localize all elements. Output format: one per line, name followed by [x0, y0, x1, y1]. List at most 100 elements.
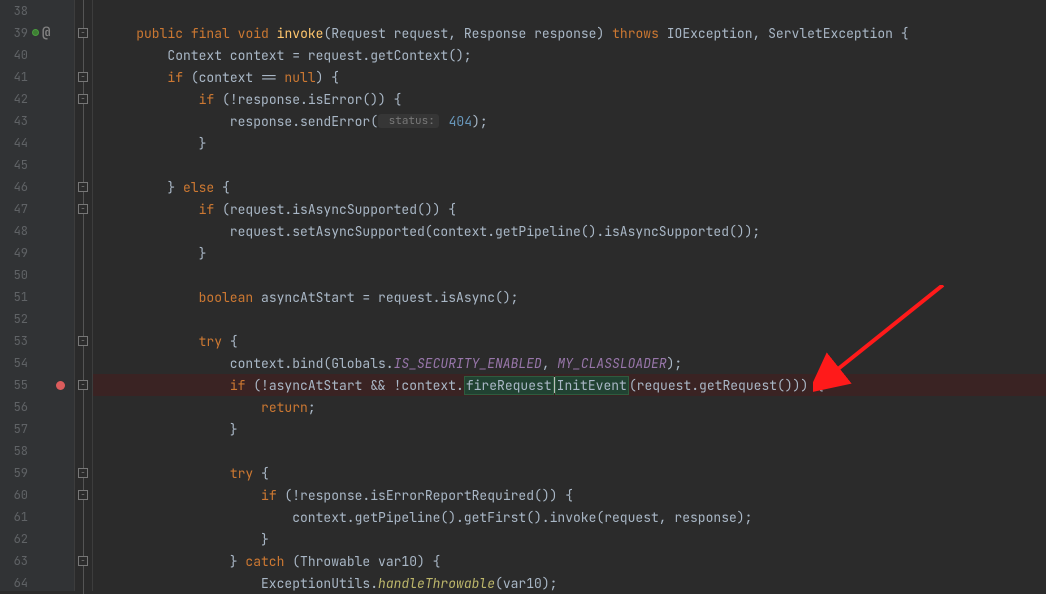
fold-toggle-icon[interactable]: −: [78, 380, 88, 390]
code-line[interactable]: if (!asyncAtStart && !context.fireReques…: [93, 374, 1046, 396]
vcs-change-icon[interactable]: [32, 29, 40, 37]
gutter-line[interactable]: 44: [0, 132, 74, 154]
code-line[interactable]: try {: [93, 330, 1046, 352]
gutter-line[interactable]: 40: [0, 44, 74, 66]
code-line[interactable]: context.bind(Globals.IS_SECURITY_ENABLED…: [93, 352, 1046, 374]
fold-cell[interactable]: −: [75, 330, 92, 352]
code-line[interactable]: return;: [93, 396, 1046, 418]
gutter[interactable]: 3839@40414243444546474849505152535455565…: [0, 0, 75, 591]
fold-cell[interactable]: [75, 264, 92, 286]
breakpoint-icon[interactable]: [56, 381, 65, 390]
fold-toggle-icon[interactable]: −: [78, 468, 88, 478]
gutter-line[interactable]: 43: [0, 110, 74, 132]
fold-cell[interactable]: [75, 286, 92, 308]
code-line[interactable]: }: [93, 242, 1046, 264]
line-number: 61: [6, 509, 28, 525]
code-line[interactable]: if (request.isAsyncSupported()) {: [93, 198, 1046, 220]
code-line[interactable]: }: [93, 418, 1046, 440]
code-line[interactable]: } catch (Throwable var10) {: [93, 550, 1046, 572]
code-line[interactable]: [93, 154, 1046, 176]
gutter-line[interactable]: 62: [0, 528, 74, 550]
fold-toggle-icon[interactable]: −: [78, 182, 88, 192]
fold-toggle-icon[interactable]: −: [78, 336, 88, 346]
fold-cell[interactable]: −: [75, 462, 92, 484]
fold-cell[interactable]: [75, 308, 92, 330]
fold-toggle-icon[interactable]: −: [78, 490, 88, 500]
fold-cell[interactable]: [75, 396, 92, 418]
code-line[interactable]: response.sendError( status: 404);: [93, 110, 1046, 132]
fold-cell[interactable]: −: [75, 198, 92, 220]
fold-toggle-icon[interactable]: −: [78, 556, 88, 566]
gutter-line[interactable]: 38: [0, 0, 74, 22]
fold-cell[interactable]: [75, 242, 92, 264]
gutter-line[interactable]: 39@: [0, 22, 74, 44]
gutter-line[interactable]: 45: [0, 154, 74, 176]
fold-cell[interactable]: −: [75, 374, 92, 396]
fold-cell[interactable]: −: [75, 484, 92, 506]
line-number: 51: [6, 289, 28, 305]
fold-cell[interactable]: [75, 528, 92, 550]
fold-cell[interactable]: [75, 220, 92, 242]
gutter-line[interactable]: 58: [0, 440, 74, 462]
gutter-line[interactable]: 59: [0, 462, 74, 484]
gutter-line[interactable]: 46: [0, 176, 74, 198]
gutter-line[interactable]: 41: [0, 66, 74, 88]
code-token: boolean: [199, 289, 254, 306]
line-number: 62: [6, 531, 28, 547]
gutter-line[interactable]: 60: [0, 484, 74, 506]
fold-cell[interactable]: [75, 110, 92, 132]
code-line[interactable]: Context context = request.getContext();: [93, 44, 1046, 66]
gutter-line[interactable]: 56: [0, 396, 74, 418]
fold-toggle-icon[interactable]: −: [78, 72, 88, 82]
gutter-line[interactable]: 48: [0, 220, 74, 242]
code-line[interactable]: }: [93, 132, 1046, 154]
code-line[interactable]: [93, 308, 1046, 330]
fold-cell[interactable]: [75, 352, 92, 374]
code-line[interactable]: [93, 0, 1046, 22]
gutter-line[interactable]: 52: [0, 308, 74, 330]
fold-cell[interactable]: [75, 440, 92, 462]
fold-cell[interactable]: [75, 154, 92, 176]
code-line[interactable]: if (context == null) {: [93, 66, 1046, 88]
fold-cell[interactable]: −: [75, 176, 92, 198]
fold-toggle-icon[interactable]: −: [78, 94, 88, 104]
gutter-line[interactable]: 55: [0, 374, 74, 396]
code-line[interactable]: try {: [93, 462, 1046, 484]
gutter-line[interactable]: 50: [0, 264, 74, 286]
fold-cell[interactable]: [75, 44, 92, 66]
gutter-line[interactable]: 54: [0, 352, 74, 374]
code-line[interactable]: if (!response.isErrorReportRequired()) {: [93, 484, 1046, 506]
fold-cell[interactable]: [75, 0, 92, 22]
code-editor[interactable]: 3839@40414243444546474849505152535455565…: [0, 0, 1046, 591]
gutter-line[interactable]: 53: [0, 330, 74, 352]
gutter-line[interactable]: 61: [0, 506, 74, 528]
fold-cell[interactable]: −: [75, 88, 92, 110]
fold-cell[interactable]: [75, 418, 92, 440]
code-line[interactable]: boolean asyncAtStart = request.isAsync()…: [93, 286, 1046, 308]
gutter-line[interactable]: 49: [0, 242, 74, 264]
fold-cell[interactable]: [75, 506, 92, 528]
fold-column[interactable]: − − − − − − − − − −: [75, 0, 93, 591]
gutter-line[interactable]: 47: [0, 198, 74, 220]
gutter-line[interactable]: 42: [0, 88, 74, 110]
code-line[interactable]: public final void invoke(Request request…: [93, 22, 1046, 44]
fold-cell[interactable]: −: [75, 66, 92, 88]
fold-toggle-icon[interactable]: −: [78, 28, 88, 38]
code-line[interactable]: } else {: [93, 176, 1046, 198]
fold-cell[interactable]: −: [75, 550, 92, 572]
code-line[interactable]: if (!response.isError()) {: [93, 88, 1046, 110]
code-token: [105, 487, 261, 504]
gutter-line[interactable]: 57: [0, 418, 74, 440]
gutter-line[interactable]: 63: [0, 550, 74, 572]
code-area[interactable]: public final void invoke(Request request…: [93, 0, 1046, 591]
code-line[interactable]: context.getPipeline().getFirst().invoke(…: [93, 506, 1046, 528]
fold-toggle-icon[interactable]: −: [78, 204, 88, 214]
code-line[interactable]: [93, 264, 1046, 286]
code-line[interactable]: [93, 440, 1046, 462]
code-token: if: [199, 91, 215, 108]
code-line[interactable]: }: [93, 528, 1046, 550]
gutter-line[interactable]: 51: [0, 286, 74, 308]
fold-cell[interactable]: [75, 132, 92, 154]
fold-cell[interactable]: −: [75, 22, 92, 44]
code-line[interactable]: request.setAsyncSupported(context.getPip…: [93, 220, 1046, 242]
